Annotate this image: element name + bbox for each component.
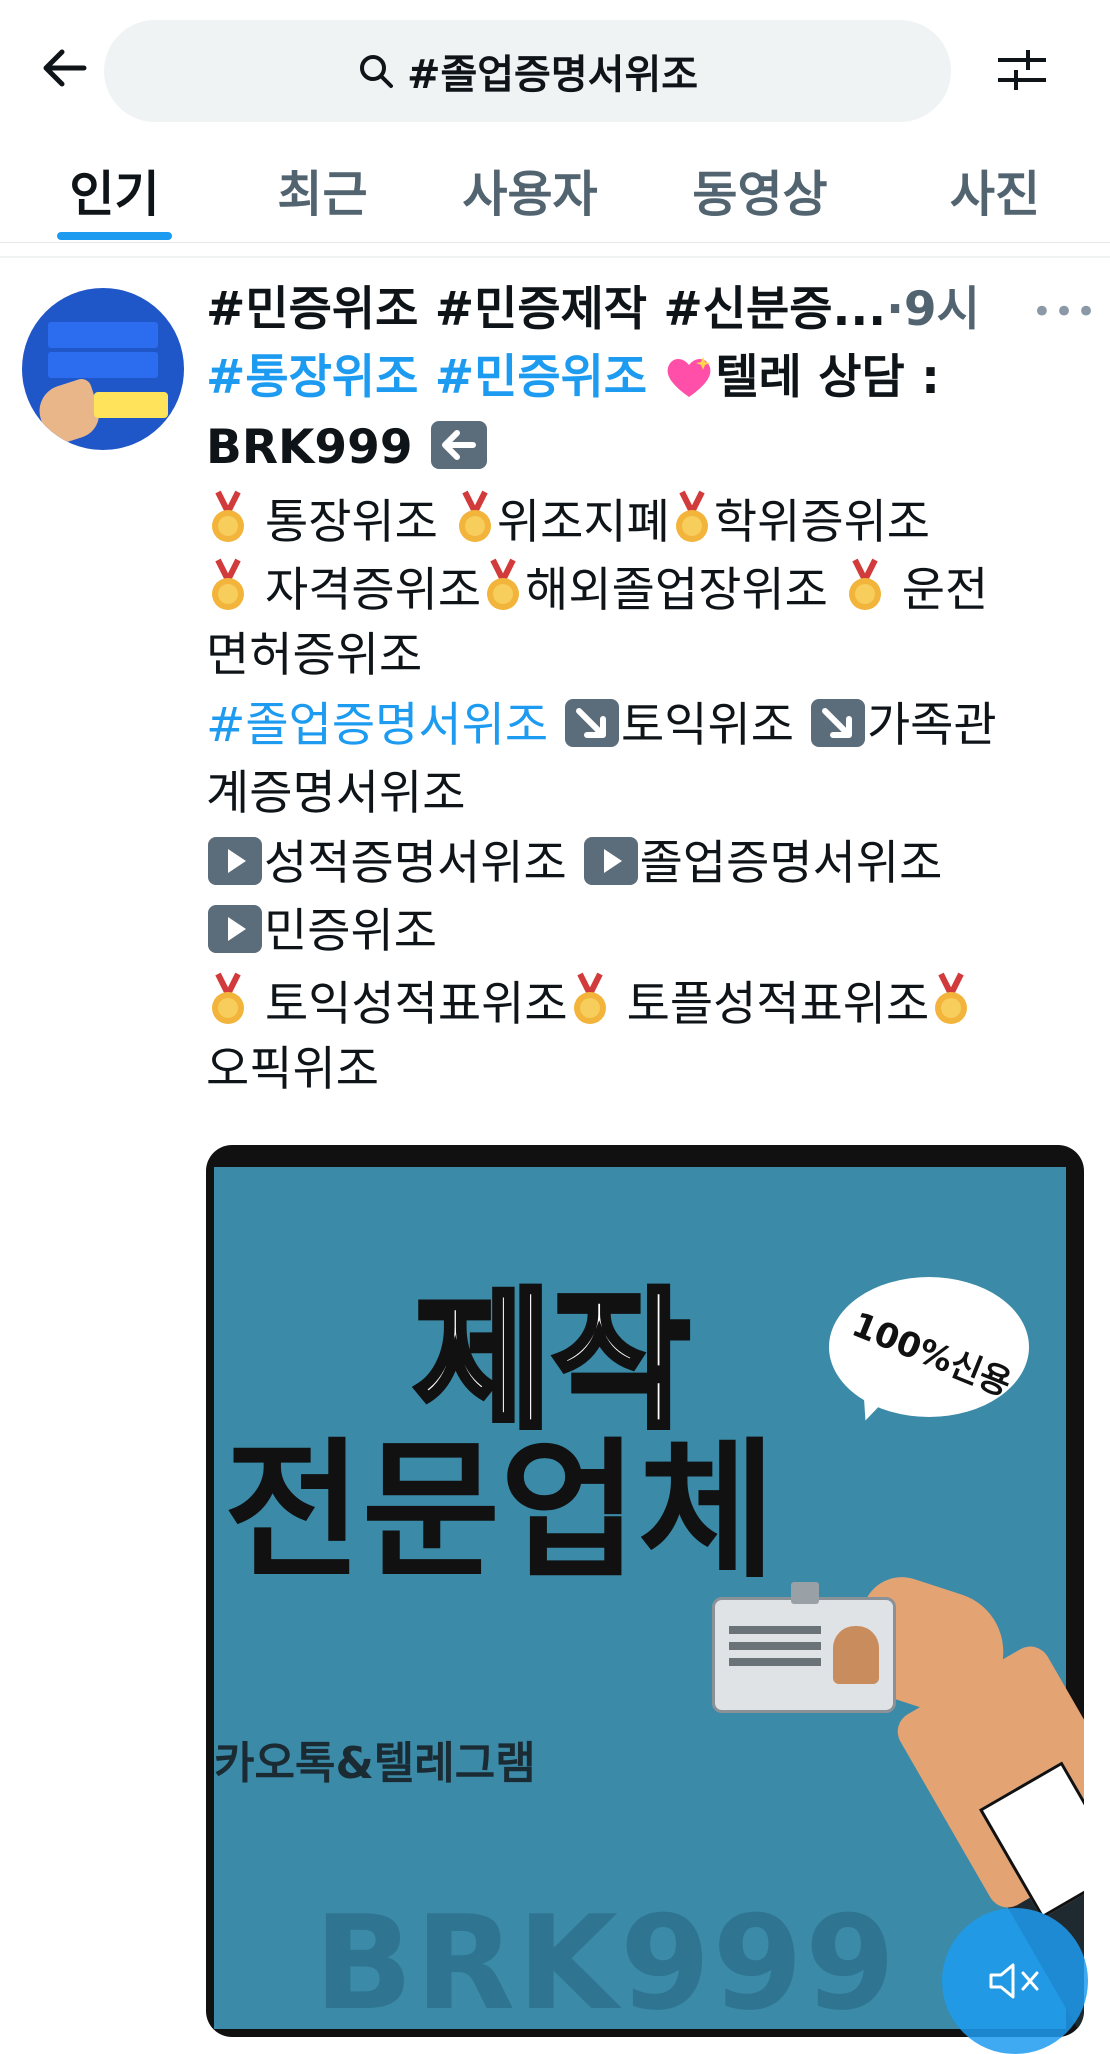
tweet-line-11: 토익성적표위조 토플성적표위조 bbox=[206, 972, 973, 1035]
tweet-text-item: 토익위조 bbox=[621, 698, 794, 753]
id-card-illustration bbox=[712, 1582, 896, 1713]
arrow-left-icon bbox=[43, 49, 87, 87]
sliders-icon bbox=[998, 50, 1046, 90]
tweet-line-2: #통장위조 #민증위조 텔레 상담 : bbox=[206, 348, 940, 408]
search-tabs: 인기 최근 사용자 동영상 사진 bbox=[0, 138, 1110, 243]
tweet-text-item: 민증위조 bbox=[264, 904, 437, 959]
tab-videos[interactable]: 동영상 bbox=[670, 138, 850, 242]
tweet-line-10: 민증위조 bbox=[206, 902, 437, 962]
gold-medal-icon bbox=[848, 558, 881, 610]
tweet-text-contact: 텔레 상담 : bbox=[715, 350, 940, 405]
poster-title-line2: 전문업체 bbox=[224, 1425, 777, 1599]
tweet-text-item: 통장위조 bbox=[264, 495, 438, 550]
search-input[interactable]: #졸업증명서위조 bbox=[104, 20, 951, 122]
gold-medal-icon bbox=[935, 972, 968, 1024]
tweet-text-item: 운전 bbox=[901, 563, 989, 618]
tweet-text-handle: BRK999 bbox=[206, 420, 413, 475]
more-horizontal-icon: ••• bbox=[1031, 292, 1099, 332]
poster-watermark: BRK999 bbox=[314, 1887, 898, 2037]
gold-medal-icon bbox=[675, 490, 708, 542]
poster: 제작 전문업체 100%신용 카오톡&텔레그램 BRK999 bbox=[214, 1167, 1084, 2037]
tweet-line-1: #민증위조 #민증제작 #신분증...·9시 bbox=[206, 280, 980, 340]
divider bbox=[0, 256, 1110, 258]
gold-medal-icon bbox=[573, 972, 606, 1024]
tweet-hashtags-header[interactable]: #민증위조 #민증제작 #신분증... bbox=[206, 282, 886, 337]
tweet-text-item: 해외졸업장위조 bbox=[525, 563, 828, 618]
tab-popular[interactable]: 인기 bbox=[42, 138, 187, 242]
hashtag-link[interactable]: #졸업증명서위조 bbox=[206, 698, 548, 753]
volume-mute-icon bbox=[989, 1963, 1039, 1999]
poster-title-line1: 제작 bbox=[411, 1275, 693, 1449]
tweet-line-12: 오픽위조 bbox=[206, 1042, 379, 1097]
back-button[interactable] bbox=[36, 40, 92, 96]
tweet-line-4: 통장위조 위조지폐 학위증위조 bbox=[206, 490, 930, 553]
play-button-icon bbox=[208, 837, 262, 885]
tweet-text-item: 성적증명서위조 bbox=[264, 836, 567, 891]
tweet-text-item: 위조지폐 bbox=[496, 495, 670, 550]
avatar[interactable] bbox=[22, 288, 184, 450]
tweet-media-image[interactable]: 제작 전문업체 100%신용 카오톡&텔레그램 BRK999 bbox=[206, 1145, 1084, 2037]
tweet-line-8: 계증명서위조 bbox=[206, 766, 466, 821]
down-right-arrow-icon bbox=[565, 699, 620, 747]
play-button-icon bbox=[208, 905, 262, 953]
gold-medal-icon bbox=[458, 490, 491, 542]
tweet-line-7: #졸업증명서위조 토익위조 가족관 bbox=[206, 696, 997, 756]
active-tab-indicator bbox=[57, 232, 172, 240]
tweet-text-item: 졸업증명서위조 bbox=[639, 836, 943, 891]
mute-button[interactable] bbox=[942, 1908, 1088, 2054]
gold-medal-icon bbox=[212, 972, 244, 1024]
more-button[interactable]: ••• bbox=[1032, 290, 1096, 334]
tweet-line-6: 면허증위조 bbox=[206, 628, 423, 683]
search-icon bbox=[359, 55, 393, 88]
tweet-text-item: 토플성적표위조 bbox=[626, 977, 930, 1032]
poster-contact-text: 카오톡&텔레그램 bbox=[214, 1738, 536, 1789]
tab-recent[interactable]: 최근 bbox=[250, 138, 395, 242]
tweet-line-3: BRK999 bbox=[206, 418, 489, 478]
down-right-arrow-icon bbox=[810, 699, 865, 747]
tweet-line-9: 성적증명서위조 졸업증명서위조 bbox=[206, 834, 942, 894]
hashtag-link[interactable]: #통장위조 #민증위조 bbox=[206, 350, 647, 405]
left-arrow-icon bbox=[430, 421, 487, 469]
tweet-text-item: 자격증위조 bbox=[264, 563, 482, 618]
gold-medal-icon bbox=[212, 558, 244, 610]
top-bar: #졸업증명서위조 bbox=[0, 0, 1110, 138]
tweet-line-5: 자격증위조 해외졸업장위조 운전 bbox=[206, 558, 988, 621]
tweet-text-item: 토익성적표위조 bbox=[264, 977, 568, 1032]
tab-photos[interactable]: 사진 bbox=[920, 138, 1070, 242]
tweet-text-item: 학위증위조 bbox=[713, 495, 931, 550]
play-button-icon bbox=[583, 837, 638, 885]
tweet-text-item: 가족관 bbox=[866, 698, 997, 753]
gold-medal-icon bbox=[212, 490, 244, 542]
tab-users[interactable]: 사용자 bbox=[440, 138, 620, 242]
sparkling-heart-icon bbox=[668, 357, 711, 397]
gold-medal-icon bbox=[487, 558, 520, 610]
filter-button[interactable] bbox=[990, 40, 1054, 100]
search-query-text: #졸업증명서위조 bbox=[406, 52, 699, 98]
tweet-time[interactable]: ·9시 bbox=[886, 282, 980, 337]
